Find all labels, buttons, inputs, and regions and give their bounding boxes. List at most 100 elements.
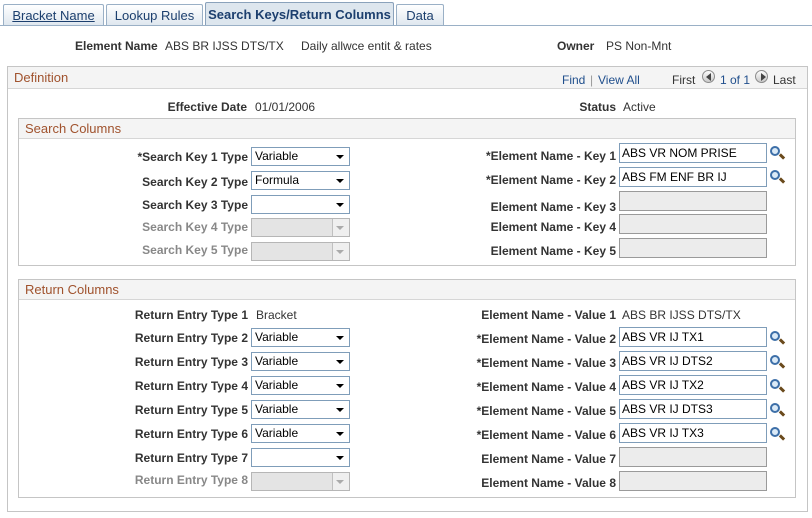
return-entry-type-6-label: Return Entry Type 6 [134,427,248,441]
return-entry-type-7-label: Return Entry Type 7 [134,451,248,465]
search-key-2-type-label: Search Key 2 Type [142,175,248,189]
chevron-down-icon [336,360,344,364]
element-name-value: ABS BR IJSS DTS/TX [165,39,284,53]
chevron-down-icon [336,155,344,159]
element-name-key-1-input[interactable]: ABS VR NOM PRISE [619,143,767,163]
element-name-value-4-label: *Element Name - Value 4 [476,380,616,394]
chevron-down-icon [336,408,344,412]
return-entry-type-7-select[interactable] [251,448,350,467]
chevron-down-icon [336,384,344,388]
chevron-down-icon [336,250,344,254]
element-name-value-6-input[interactable]: ABS VR IJ TX3 [619,423,767,443]
input-value: ABS VR IJ TX2 [622,378,704,392]
arrow-right-icon[interactable] [755,70,768,83]
select-value: Variable [255,354,299,368]
element-name-value-2-input[interactable]: ABS VR IJ TX1 [619,327,767,347]
return-entry-type-3-label: Return Entry Type 3 [134,355,248,369]
tab-label: Search Keys/Return Columns [208,7,391,22]
magnifier-icon[interactable] [769,145,786,161]
tab-search-keys-return-columns[interactable]: Search Keys/Return Columns [205,2,394,26]
magnifier-icon[interactable] [769,378,786,394]
chevron-down-icon [336,432,344,436]
tab-data[interactable]: Data [396,4,444,25]
first-label: First [672,73,696,87]
input-value: ABS VR NOM PRISE [622,146,737,160]
search-key-1-type-select[interactable]: Variable [251,147,350,166]
search-key-5-type-label: Search Key 5 Type [142,243,248,257]
element-name-value-3-input[interactable]: ABS VR IJ DTS2 [619,351,767,371]
return-entry-type-4-select[interactable]: Variable [251,376,350,395]
effective-date-label: Effective Date [167,100,247,114]
return-entry-type-2-select[interactable]: Variable [251,328,350,347]
search-key-4-type-select [251,218,350,237]
element-name-value-3-label: *Element Name - Value 3 [476,356,616,370]
chevron-down-icon [336,336,344,340]
select-value: Variable [255,378,299,392]
find-link[interactable]: Find [562,73,585,87]
owner-value: PS Non-Mnt [606,39,672,53]
element-name-key-2-input[interactable]: ABS FM ENF BR IJ [619,167,767,187]
return-entry-type-1-value: Bracket [256,308,297,322]
return-entry-type-8-select [251,472,350,491]
input-value: ABS VR IJ DTS3 [622,402,713,416]
input-value: ABS VR IJ TX3 [622,426,704,440]
nav-separator: | [590,73,594,87]
search-key-1-type-label: *Search Key 1 Type [137,150,248,164]
element-name-value-5-input[interactable]: ABS VR IJ DTS3 [619,399,767,419]
owner-label: Owner [557,39,595,53]
pager-text: 1 of 1 [720,73,751,87]
element-name-value-6-label: *Element Name - Value 6 [476,428,616,442]
view-all-link[interactable]: View All [598,73,640,87]
chevron-down-icon [336,203,344,207]
element-description: Daily allwce entit & rates [301,39,432,53]
effective-date-value: 01/01/2006 [255,100,316,114]
arrow-left-icon[interactable] [702,70,715,83]
tab-bar: Bracket Name Lookup Rules Search Keys/Re… [0,2,812,26]
tab-label: Data [406,7,434,23]
element-name-key-4-input [619,214,767,234]
tab-divider [0,25,812,26]
search-key-2-type-select[interactable]: Formula [251,171,350,190]
element-name-label: Element Name [75,39,158,53]
chevron-down-icon [336,179,344,183]
return-entry-type-5-select[interactable]: Variable [251,400,350,419]
return-entry-type-3-select[interactable]: Variable [251,352,350,371]
element-name-key-1-label: *Element Name - Key 1 [485,149,616,163]
element-name-key-5-input [619,238,767,258]
element-name-value-4-input[interactable]: ABS VR IJ TX2 [619,375,767,395]
magnifier-icon[interactable] [769,169,786,185]
magnifier-icon[interactable] [769,354,786,370]
tab-bracket-name[interactable]: Bracket Name [3,4,104,25]
return-entry-type-5-label: Return Entry Type 5 [134,403,248,417]
search-key-3-type-select[interactable] [251,195,350,214]
search-key-4-type-label: Search Key 4 Type [142,220,248,234]
last-label: Last [773,73,796,87]
element-name-value-8-input [619,471,767,491]
input-value: ABS VR IJ TX1 [622,330,704,344]
magnifier-icon[interactable] [769,426,786,442]
tab-lookup-rules[interactable]: Lookup Rules [106,4,203,25]
return-entry-type-4-label: Return Entry Type 4 [134,379,248,393]
element-name-value-8-label: Element Name - Value 8 [481,476,616,490]
element-name-key-4-label: Element Name - Key 4 [490,220,616,234]
status-label: Status [579,100,616,114]
select-value: Variable [255,330,299,344]
select-value: Formula [255,173,300,187]
magnifier-icon[interactable] [769,402,786,418]
chevron-down-icon [336,226,344,230]
input-value: ABS VR IJ DTS2 [622,354,713,368]
return-entry-type-6-select[interactable]: Variable [251,424,350,443]
return-entry-type-8-label: Return Entry Type 8 [134,473,248,487]
chevron-down-icon [336,456,344,460]
magnifier-icon[interactable] [769,330,786,346]
status-value: Active [623,100,656,114]
tab-label: Bracket Name [12,7,95,23]
element-name-key-3-label: Element Name - Key 3 [490,200,616,214]
element-name-key-5-label: Element Name - Key 5 [490,244,616,258]
tab-label: Lookup Rules [114,7,195,23]
element-name-value-1-label: Element Name - Value 1 [481,308,616,322]
element-name-value-5-label: *Element Name - Value 5 [476,404,616,418]
chevron-down-icon [336,480,344,484]
select-value: Variable [255,426,299,440]
select-value: Variable [255,402,299,416]
